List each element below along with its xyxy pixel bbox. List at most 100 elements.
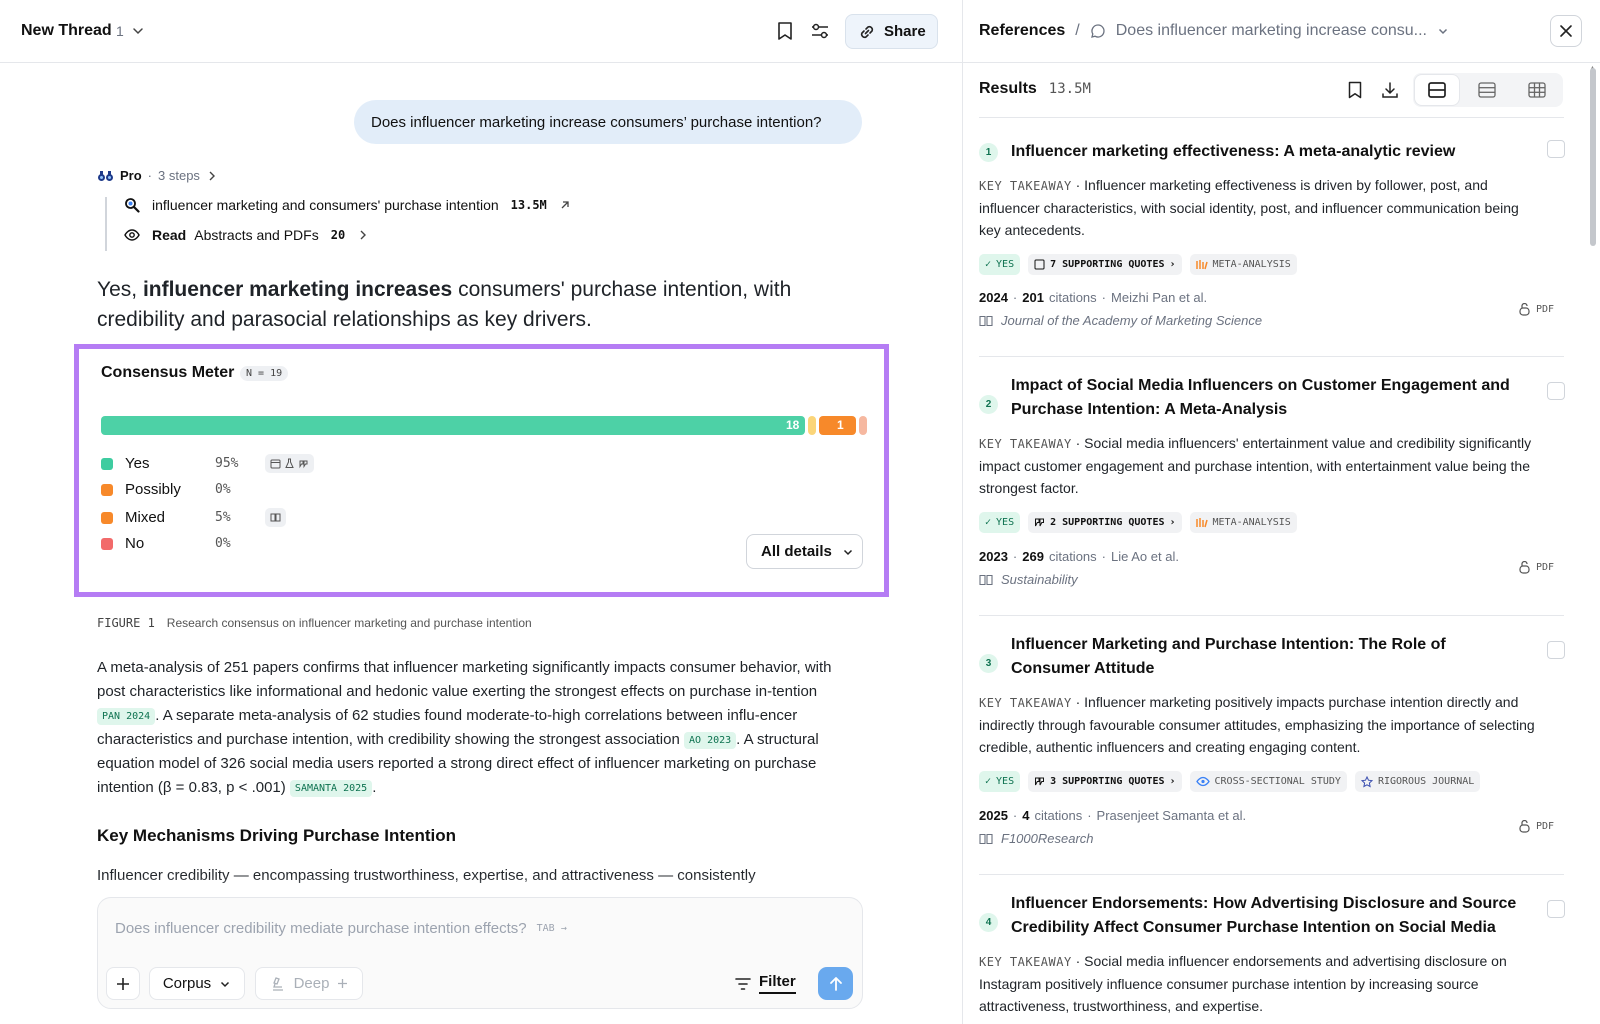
reference-divider <box>979 356 1564 357</box>
legend-pct-possibly: 0% <box>215 482 231 497</box>
citation-badge-pan[interactable]: PAN 2024 <box>97 708 156 725</box>
pdf-link[interactable]: PDF <box>1519 820 1554 833</box>
reference-tags: ✓ YES 7 SUPPORTING QUOTES › META-ANALYSIS <box>979 254 1297 275</box>
search-icon <box>125 198 140 213</box>
results-count: 13.5M <box>1048 81 1091 97</box>
verdict-badge[interactable]: ✓ YES <box>979 254 1021 275</box>
chevron-right-icon <box>209 171 215 180</box>
thread-question-crumb[interactable]: Does influencer marketing increase consu… <box>1116 22 1427 40</box>
reference-title[interactable]: Influencer marketing effectiveness: A me… <box>1011 140 1521 164</box>
close-references-button[interactable] <box>1550 15 1582 47</box>
citations-label: citations <box>1034 808 1083 823</box>
study-type-label: META-ANALYSIS <box>1212 259 1291 270</box>
book-icon <box>979 574 993 585</box>
thread-title[interactable]: New Thread <box>21 22 112 40</box>
pro-steps-toggle[interactable]: Pro · 3 steps <box>97 168 218 183</box>
filter-button[interactable]: Filter <box>735 973 796 994</box>
search-result-count: 13.5M <box>510 198 547 212</box>
all-details-label: All details <box>761 543 832 560</box>
settings-sliders-button[interactable] <box>807 18 833 44</box>
bookmark-button[interactable] <box>772 18 798 44</box>
evidence-chip-mixed[interactable] <box>265 508 286 527</box>
save-results-button[interactable] <box>1342 77 1368 103</box>
reference-select-checkbox[interactable] <box>1547 641 1565 659</box>
read-step[interactable]: Read Abstracts and PDFs 20 <box>124 227 369 243</box>
reference-title[interactable]: Influencer Marketing and Purchase Intent… <box>1011 633 1521 681</box>
study-type-badge: META-ANALYSIS <box>1189 254 1297 275</box>
send-button[interactable] <box>818 967 853 1000</box>
share-button[interactable]: Share <box>845 14 938 49</box>
read-label: Read <box>152 227 187 243</box>
all-details-button[interactable]: All details <box>746 534 863 569</box>
publication-year: 2023 <box>979 549 1008 564</box>
search-step: influencer marketing and consumers' purc… <box>124 197 571 213</box>
filter-label: Filter <box>759 973 796 994</box>
check-icon: ✓ <box>985 259 992 270</box>
evidence-chip-yes[interactable] <box>265 454 314 473</box>
reference-number: 4 <box>979 913 998 932</box>
search-query: influencer marketing and consumers' purc… <box>152 197 499 213</box>
reference-select-checkbox[interactable] <box>1547 900 1565 918</box>
external-link-icon[interactable] <box>559 199 571 211</box>
citation-author: PAN <box>102 711 121 722</box>
journal: Sustainability <box>979 572 1078 587</box>
dot-separator: · <box>147 168 153 183</box>
chevron-down-icon[interactable] <box>1437 25 1449 37</box>
supporting-quotes-badge[interactable]: 3 SUPPORTING QUOTES › <box>1028 771 1182 792</box>
supporting-quotes-badge[interactable]: 7 SUPPORTING QUOTES › <box>1028 254 1182 275</box>
meta-analysis-icon <box>1195 518 1208 528</box>
bar-segment-yes[interactable] <box>101 416 805 435</box>
answer-summary: Yes, influencer marketing increases cons… <box>97 275 837 335</box>
supporting-quotes-badge[interactable]: 2 SUPPORTING QUOTES › <box>1028 512 1182 533</box>
legend-dot-mixed <box>101 511 113 524</box>
bar-segment-no[interactable] <box>859 416 867 435</box>
pdf-link[interactable]: PDF <box>1519 303 1554 316</box>
legend-label-no: No <box>125 535 145 552</box>
reference-select-checkbox[interactable] <box>1547 140 1565 158</box>
follow-up-composer: Does influencer credibility mediate purc… <box>97 897 863 1009</box>
list-view-icon <box>1478 82 1496 98</box>
pdf-label: PDF <box>1536 304 1555 315</box>
figure-caption-text: Research consensus on influencer marketi… <box>166 616 532 630</box>
sample-size-badge: N = 19 <box>240 366 289 381</box>
view-expanded-button[interactable] <box>1415 75 1459 105</box>
verdict-badge[interactable]: ✓ YES <box>979 771 1021 792</box>
bar-segment-possibly[interactable] <box>807 416 816 435</box>
legend-dot-possibly <box>101 483 113 496</box>
study-type-label: META-ANALYSIS <box>1212 517 1291 528</box>
reference-title[interactable]: Impact of Social Media Influencers on Cu… <box>1011 374 1521 422</box>
legend-row-possibly: Possibly 0% <box>101 481 265 498</box>
legend-row-no: No 0% <box>101 535 265 552</box>
reference-tags: ✓ YES 2 SUPPORTING QUOTES › META-ANALYSIS <box>979 512 1297 533</box>
read-count: 20 <box>330 228 346 242</box>
chevron-right-icon: › <box>1169 517 1176 528</box>
citation-count: 269 <box>1022 549 1044 564</box>
verdict-badge[interactable]: ✓ YES <box>979 512 1021 533</box>
references-pane: References / Does influencer marketing i… <box>963 0 1600 1024</box>
authors: Meizhi Pan et al. <box>1111 290 1208 305</box>
view-table-button[interactable] <box>1515 75 1559 105</box>
add-button[interactable] <box>106 967 140 1000</box>
deep-toggle[interactable]: Deep <box>255 967 363 1000</box>
chevron-right-icon <box>360 230 367 240</box>
bookmark-icon <box>778 22 792 40</box>
link-icon <box>860 25 874 38</box>
pro-label: Pro <box>120 168 142 183</box>
follow-up-input[interactable]: Does influencer credibility mediate purc… <box>115 920 567 937</box>
references-scrollbar[interactable] <box>1590 68 1596 246</box>
legend-label-possibly: Possibly <box>125 481 181 498</box>
tab-hint: TAB → <box>536 923 567 934</box>
journal: F1000Research <box>979 831 1094 846</box>
pdf-link[interactable]: PDF <box>1519 561 1554 574</box>
pdf-label: PDF <box>1536 562 1555 573</box>
download-button[interactable] <box>1377 77 1403 103</box>
view-compact-button[interactable] <box>1465 75 1509 105</box>
key-takeaway-label: KEY TAKEAWAY <box>979 437 1072 451</box>
reference-title[interactable]: Influencer Endorsements: How Advertising… <box>1011 892 1521 940</box>
citation-badge-ao[interactable]: AO 2023 <box>683 732 737 749</box>
reference-select-checkbox[interactable] <box>1547 382 1565 400</box>
chevron-down-icon[interactable] <box>131 24 145 38</box>
arrow-up-icon <box>829 976 842 991</box>
citation-badge-samanta[interactable]: SAMANTA 2025 <box>289 780 373 797</box>
corpus-dropdown[interactable]: Corpus <box>149 967 245 1000</box>
